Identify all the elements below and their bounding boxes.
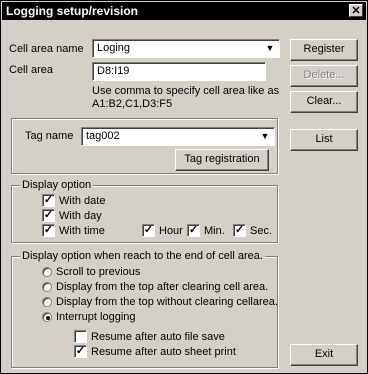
sec-checkbox[interactable]: ✓ Sec. [233,224,272,237]
display-top-after-clearing-radio[interactable]: Display from the top after clearing cell… [42,281,268,294]
list-button[interactable]: List [290,129,358,151]
cell-area-hint-line2: A1:B2,C1,D3:F5 [92,98,173,110]
display-option-group: Display option ✓ With date ✓ With day ✓ Wit… [11,179,278,243]
radio-icon [42,267,52,278]
cell-area-hint-line1: Use comma to specify cell area like as [92,85,280,97]
end-option-group: Display option when reach to the end of … [11,250,278,368]
cell-area-input[interactable]: D8:I19 [92,62,266,81]
tag-registration-button-label: Tag registration [184,153,260,165]
checkmark-icon: ✓ [187,224,200,237]
min-label: Min. [204,224,225,237]
checkmark-icon: ✓ [74,345,87,358]
exit-button-label: Exit [314,348,334,360]
with-day-checkbox[interactable]: ✓ With day [42,209,102,222]
cell-area-name-value: Loging [97,42,131,54]
checkmark-icon: ✓ [142,224,155,237]
cell-area-value: D8:I19 [97,65,130,77]
checkbox-icon [74,330,87,343]
dialog-title: Logging setup/revision [6,4,139,18]
hour-checkbox[interactable]: ✓ Hour [142,224,183,237]
delete-button-label: Delete... [303,69,345,81]
display-option-title: Display option [20,179,94,191]
sec-label: Sec. [250,224,273,237]
tag-name-label: Tag name [25,130,74,142]
with-date-label: With date [59,194,106,207]
interrupt-logging-radio[interactable]: Interrupt logging [42,311,136,324]
resume-file-save-label: Resume after auto file save [91,330,225,343]
clear-button-label: Clear... [306,95,342,107]
exit-button[interactable]: Exit [290,344,358,366]
radio-icon [42,297,52,308]
checkmark-icon: ✓ [42,194,55,207]
display-top-after-clearing-label: Display from the top after clearing cell… [56,281,269,294]
resume-sheet-print-label: Resume after auto sheet print [91,345,236,358]
hour-label: Hour [159,224,183,237]
tag-name-value: tag002 [86,130,120,142]
radio-selected-icon [42,312,52,323]
display-top-without-clearing-label: Display from the top without clearing ce… [56,296,278,309]
resume-file-save-checkbox[interactable]: Resume after auto file save [74,330,225,343]
chevron-down-icon[interactable]: ▼ [258,130,272,143]
tag-registration-button[interactable]: Tag registration [175,149,269,171]
tag-group: Tag name tag002 ▼ Tag registration [11,118,278,174]
register-button-label: Register [303,43,345,55]
with-date-checkbox[interactable]: ✓ With date [42,194,105,207]
close-button[interactable]: ✕ [349,4,363,17]
interrupt-logging-label: Interrupt logging [56,311,136,324]
list-button-label: List [315,133,333,145]
checkmark-icon: ✓ [42,224,55,237]
cell-area-name-label: Cell area name [9,43,84,55]
scroll-to-previous-radio[interactable]: Scroll to previous [42,266,140,279]
clear-button[interactable]: Clear... [290,91,358,113]
scroll-to-previous-label: Scroll to previous [56,266,141,279]
cell-area-label: Cell area [9,64,54,76]
register-button[interactable]: Register [290,39,358,61]
with-time-label: With time [59,224,105,237]
title-bar: Logging setup/revision ✕ [2,2,366,20]
delete-button[interactable]: Delete... [290,65,358,87]
close-icon: ✕ [351,5,361,17]
chevron-down-icon[interactable]: ▼ [263,42,277,55]
with-day-label: With day [59,209,102,222]
tag-name-combo[interactable]: tag002 ▼ [81,127,275,146]
checkmark-icon: ✓ [42,209,55,222]
display-top-without-clearing-radio[interactable]: Display from the top without clearing ce… [42,296,278,309]
end-option-title: Display option when reach to the end of … [20,250,265,262]
resume-sheet-print-checkbox[interactable]: ✓ Resume after auto sheet print [74,345,236,358]
cell-area-name-combo[interactable]: Loging ▼ [92,39,280,58]
min-checkbox[interactable]: ✓ Min. [187,224,225,237]
with-time-checkbox[interactable]: ✓ With time [42,224,105,237]
radio-icon [42,282,52,293]
logging-setup-dialog: Logging setup/revision ✕ Cell area name … [0,0,368,374]
checkmark-icon: ✓ [233,224,246,237]
